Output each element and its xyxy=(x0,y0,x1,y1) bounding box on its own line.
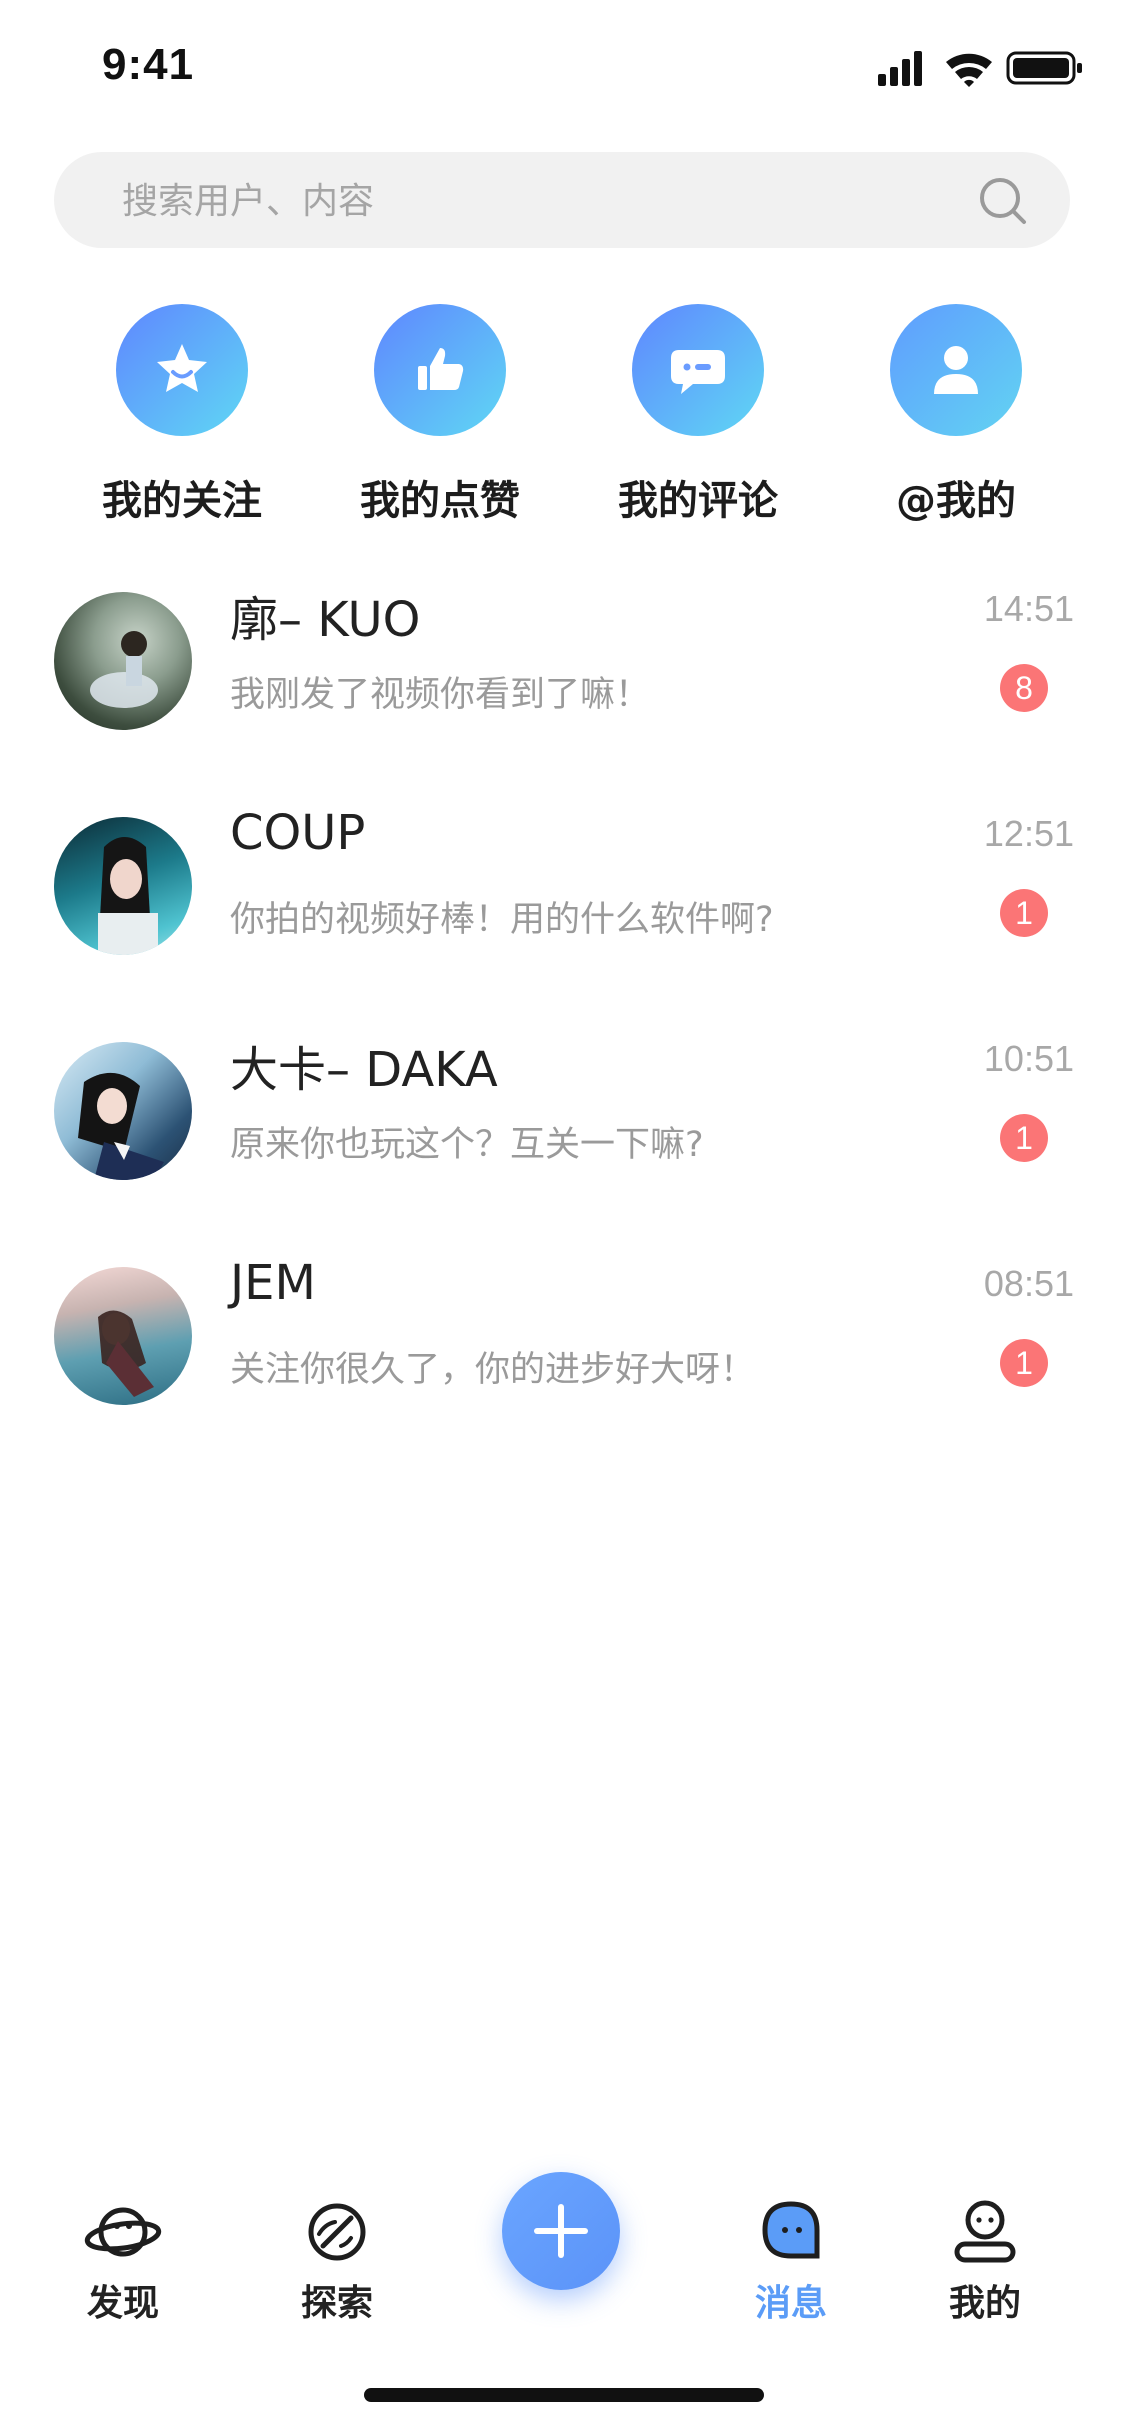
message-row[interactable]: COUP 你拍的视频好棒！用的什么软件啊? 12:51 1 xyxy=(54,805,1074,955)
battery-icon xyxy=(1006,51,1082,85)
tab-discover[interactable]: 发现 xyxy=(48,2196,198,2326)
message-preview: 我刚发了视频你看到了嘛！ xyxy=(230,675,651,715)
avatar[interactable] xyxy=(54,592,192,730)
quick-action-circle xyxy=(116,304,248,436)
tab-explore[interactable]: 探索 xyxy=(262,2196,412,2326)
chat-bubble-icon xyxy=(762,2201,820,2259)
star-icon xyxy=(157,344,207,392)
tab-label: 我的 xyxy=(948,2283,1021,2324)
quick-action-comments[interactable]: 我的评论 xyxy=(588,304,808,526)
status-time: 9:41 xyxy=(102,40,195,89)
user-icon xyxy=(934,346,978,394)
quick-action-likes[interactable]: 我的点赞 xyxy=(330,304,550,526)
unread-badge: 1 xyxy=(1000,889,1048,937)
message-row[interactable]: 廓– KUO 我刚发了视频你看到了嘛！ 14:51 8 xyxy=(54,580,1074,730)
search-icon[interactable] xyxy=(978,176,1028,226)
avatar[interactable] xyxy=(54,1042,192,1180)
compass-icon xyxy=(308,2203,366,2261)
search-bar[interactable] xyxy=(54,152,1070,250)
status-icons xyxy=(878,51,1082,87)
quick-action-circle xyxy=(632,304,764,436)
contact-name: 大卡– DAKA xyxy=(230,1042,498,1098)
message-row[interactable]: 大卡– DAKA 原来你也玩这个？互关一下嘛? 10:51 1 xyxy=(54,1030,1074,1180)
quick-action-label: 我的关注 xyxy=(102,478,262,524)
wifi-icon xyxy=(946,53,992,87)
message-preview: 关注你很久了，你的进步好大呀！ xyxy=(230,1350,756,1390)
quick-action-circle xyxy=(890,304,1022,436)
unread-badge: 1 xyxy=(1000,1339,1048,1387)
planet-icon xyxy=(84,2207,162,2257)
quick-action-mentions[interactable]: @我的 xyxy=(846,304,1066,526)
contact-name: JEM xyxy=(230,1255,316,1311)
message-time: 10:51 xyxy=(983,1038,1074,1079)
unread-badge: 8 xyxy=(1000,664,1048,712)
profile-icon xyxy=(954,2200,1016,2263)
avatar[interactable] xyxy=(54,817,192,955)
tab-messages[interactable]: 消息 xyxy=(716,2196,866,2326)
signal-icon xyxy=(878,51,922,86)
tab-label: 发现 xyxy=(86,2283,159,2324)
quick-action-label: @我的 xyxy=(896,478,1016,524)
quick-action-circle xyxy=(374,304,506,436)
unread-badge: 1 xyxy=(1000,1114,1048,1162)
message-time: 14:51 xyxy=(983,588,1074,629)
quick-action-label: 我的评论 xyxy=(618,478,778,524)
message-row[interactable]: JEM 关注你很久了，你的进步好大呀！ 08:51 1 xyxy=(54,1255,1074,1405)
comment-icon xyxy=(671,350,725,394)
contact-name: 廓– KUO xyxy=(230,592,421,648)
tab-mine[interactable]: 我的 xyxy=(910,2196,1060,2326)
quick-action-following[interactable]: 我的关注 xyxy=(72,304,292,526)
plus-icon xyxy=(534,2204,588,2258)
quick-action-label: 我的点赞 xyxy=(360,478,520,524)
message-time: 08:51 xyxy=(983,1263,1074,1304)
tab-label: 探索 xyxy=(300,2283,373,2324)
message-preview: 原来你也玩这个？互关一下嘛? xyxy=(230,1125,704,1165)
thumbs-up-icon xyxy=(418,348,464,390)
add-button[interactable] xyxy=(502,2172,620,2290)
tab-label: 消息 xyxy=(754,2283,827,2324)
home-indicator xyxy=(364,2388,764,2402)
search-input[interactable] xyxy=(120,152,944,250)
message-preview: 你拍的视频好棒！用的什么软件啊? xyxy=(230,900,774,940)
message-time: 12:51 xyxy=(983,813,1074,854)
contact-name: COUP xyxy=(230,805,366,861)
avatar[interactable] xyxy=(54,1267,192,1405)
